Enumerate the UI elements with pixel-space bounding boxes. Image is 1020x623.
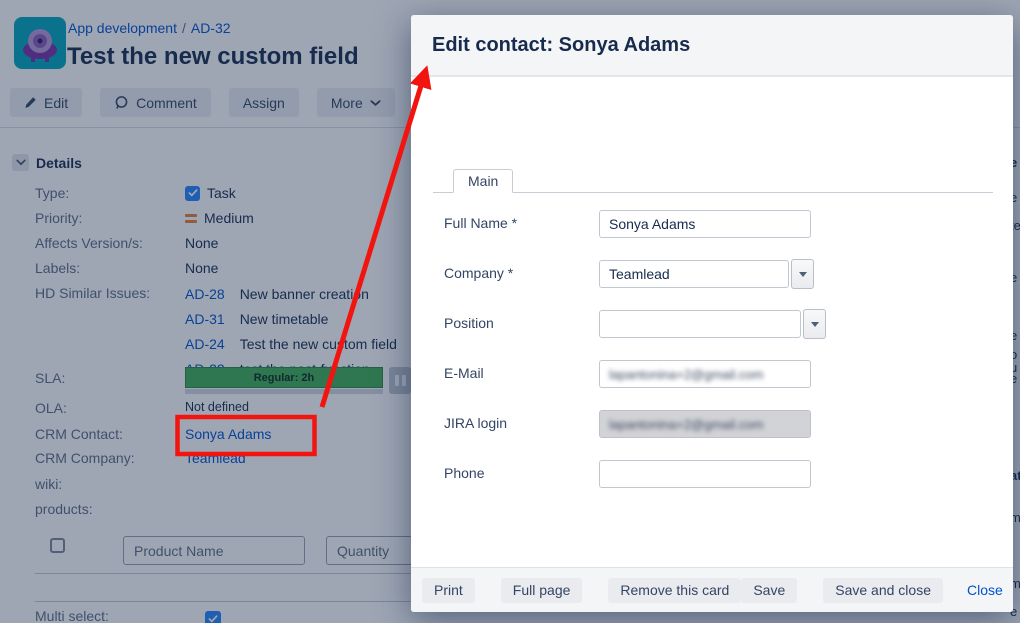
dialog-body: Main Full Name * Company * Teamlead Posi…	[411, 77, 1013, 567]
position-dropdown-button[interactable]	[803, 309, 826, 339]
phone-input[interactable]	[599, 460, 811, 488]
form-row-jira-login: JIRA login lapantonina+2@gmail.com	[444, 410, 993, 438]
form-row-phone: Phone	[444, 460, 993, 488]
company-dropdown-button[interactable]	[791, 259, 814, 289]
form-row-company: Company * Teamlead	[444, 260, 993, 288]
email-redacted-value: lapantonina+2@gmail.com	[609, 367, 763, 382]
remove-this-card-button[interactable]: Remove this card	[608, 578, 741, 603]
save-and-close-button[interactable]: Save and close	[823, 578, 943, 603]
dialog-footer: Print Full page Remove this card Save Sa…	[411, 567, 1013, 612]
jira-login-field: lapantonina+2@gmail.com	[599, 410, 811, 438]
full-page-button[interactable]: Full page	[501, 578, 583, 603]
phone-label: Phone	[444, 465, 484, 481]
form-row-position: Position	[444, 310, 993, 338]
dialog-title: Edit contact: Sonya Adams	[432, 34, 690, 57]
print-button[interactable]: Print	[422, 578, 475, 603]
company-label: Company *	[444, 265, 513, 281]
tabs-row: Main	[433, 170, 993, 193]
caret-down-icon	[811, 322, 819, 327]
position-select[interactable]	[599, 310, 801, 338]
position-label: Position	[444, 315, 494, 331]
save-button[interactable]: Save	[741, 578, 797, 603]
email-field[interactable]: lapantonina+2@gmail.com	[599, 360, 811, 388]
form-row-email: E-Mail lapantonina+2@gmail.com	[444, 360, 993, 388]
screenshot-stage: App development/AD-32 Test the new custo…	[0, 0, 1020, 623]
jira-login-label: JIRA login	[444, 415, 507, 431]
caret-down-icon	[799, 272, 807, 277]
close-button[interactable]: Close	[967, 582, 1003, 598]
full-name-input[interactable]	[599, 210, 811, 238]
form-row-full-name: Full Name *	[444, 210, 993, 238]
full-name-label: Full Name *	[444, 215, 517, 231]
dialog-header: Edit contact: Sonya Adams	[411, 15, 1013, 77]
company-select[interactable]: Teamlead	[599, 260, 789, 288]
edit-contact-dialog: Edit contact: Sonya Adams Main Full Name…	[411, 15, 1013, 612]
email-label: E-Mail	[444, 365, 484, 381]
jira-login-redacted-value: lapantonina+2@gmail.com	[609, 417, 763, 432]
tab-main[interactable]: Main	[453, 169, 513, 193]
